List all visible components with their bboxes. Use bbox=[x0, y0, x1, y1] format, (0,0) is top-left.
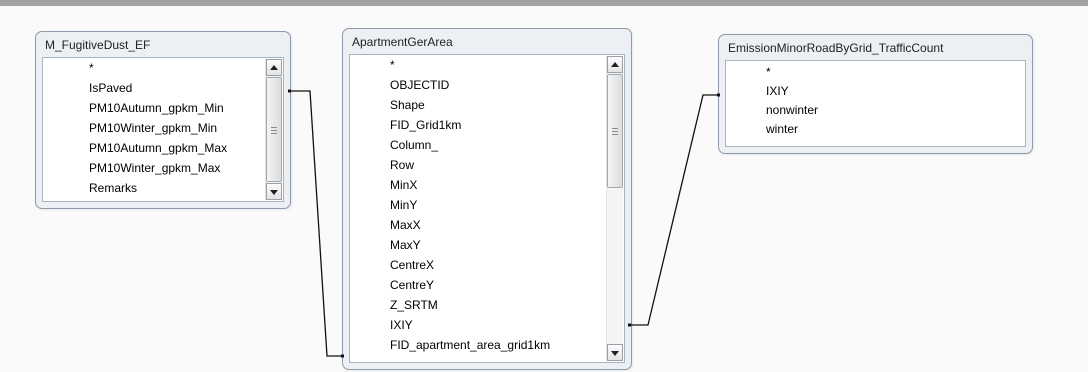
relationship-lines bbox=[288, 89, 720, 358]
relationship-endpoint bbox=[341, 354, 344, 358]
relationship-endpoint bbox=[628, 323, 631, 327]
relationship-line-fugitivedust-apartment[interactable] bbox=[290, 90, 343, 357]
relationship-line-apartment-emission[interactable] bbox=[630, 94, 719, 326]
relationship-endpoint bbox=[288, 89, 291, 93]
relationship-endpoint bbox=[717, 93, 720, 97]
